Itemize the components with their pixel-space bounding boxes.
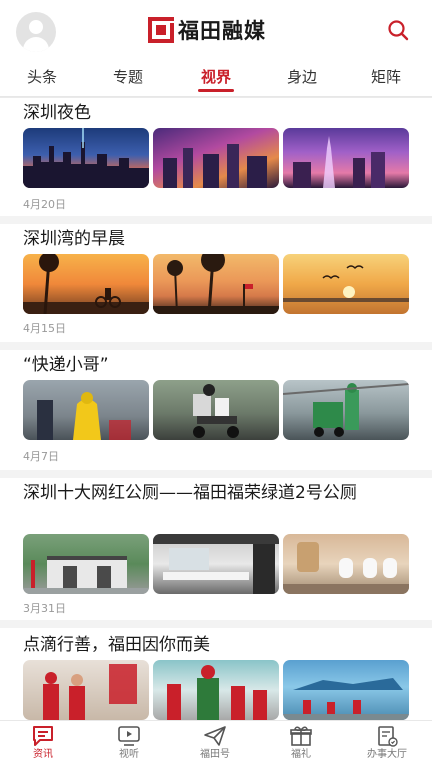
tv-icon	[118, 726, 140, 746]
avatar-head	[29, 20, 43, 34]
article-card[interactable]: “快递小哥” 4月7日	[0, 350, 432, 474]
article-date: 4月15日	[23, 322, 66, 335]
article-title: 深圳夜色	[23, 103, 91, 123]
avatar-body	[23, 37, 49, 52]
feed-list[interactable]: 深圳夜色 4月20日 深圳湾的早晨 4月15日 “快递小哥” 4月7日 深圳十大…	[0, 98, 432, 720]
article-card[interactable]: 深圳夜色 4月20日	[0, 98, 432, 220]
nav-service-hall[interactable]: 办事大厅	[344, 725, 430, 767]
user-avatar[interactable]	[16, 12, 56, 52]
article-thumbs	[23, 660, 409, 720]
city-night-skyline-photo	[23, 128, 149, 188]
volunteers-red-vests-photo	[153, 660, 279, 720]
tab-nearby[interactable]: 身边	[274, 64, 330, 92]
article-title: 深圳十大网红公厕——福田福荣绿道2号公厕	[23, 483, 357, 503]
volunteers-riverside-photo	[283, 660, 409, 720]
city-night-aerial-photo	[153, 128, 279, 188]
article-title: 深圳湾的早晨	[23, 229, 125, 249]
service-hall-icon	[378, 726, 398, 747]
card-separator	[0, 620, 432, 628]
card-separator	[0, 470, 432, 478]
tab-vision[interactable]: 视界	[188, 64, 244, 92]
article-thumbs	[23, 254, 409, 314]
search-icon[interactable]	[386, 18, 410, 42]
courier-scooter-photo	[153, 380, 279, 440]
article-date: 4月20日	[23, 198, 66, 211]
city-night-purple-tower-photo	[283, 128, 409, 188]
sunrise-birds-bay-photo	[283, 254, 409, 314]
gift-icon	[290, 726, 312, 746]
courier-green-cart-photo	[283, 380, 409, 440]
brand-logo-icon	[148, 17, 174, 43]
article-title: “快递小哥”	[23, 355, 109, 375]
article-card[interactable]: 点滴行善，福田因你而美	[0, 630, 432, 720]
public-toilet-sinks-photo	[153, 534, 279, 594]
article-card[interactable]: 深圳十大网红公厕——福田福荣绿道2号公厕 3月31日	[0, 478, 432, 624]
article-title: 点滴行善，福田因你而美	[23, 635, 210, 655]
tab-headlines[interactable]: 头条	[14, 64, 70, 92]
app-title: 福田融媒	[178, 19, 266, 43]
public-toilet-interior-photo	[283, 534, 409, 594]
brand: 福田融媒	[148, 16, 266, 44]
sunrise-palm-trees-flags-photo	[153, 254, 279, 314]
article-date: 4月7日	[23, 450, 59, 463]
article-card[interactable]: 深圳湾的早晨 4月15日	[0, 224, 432, 344]
paper-plane-icon	[204, 726, 226, 746]
tab-topics[interactable]: 专题	[100, 64, 156, 92]
nav-av[interactable]: 视听	[86, 725, 172, 767]
channel-tabs: 头条 专题 视界 身边 矩阵	[0, 60, 432, 96]
bottom-navigation: 资讯 视听 福田号 福礼 办事大厅	[0, 720, 432, 769]
public-toilet-exterior-photo	[23, 534, 149, 594]
card-separator	[0, 216, 432, 224]
article-thumbs	[23, 380, 409, 440]
article-date: 3月31日	[23, 602, 66, 615]
nav-news[interactable]: 资讯	[0, 725, 86, 767]
active-tab-indicator	[198, 89, 234, 92]
article-thumbs	[23, 534, 409, 594]
tab-matrix[interactable]: 矩阵	[358, 64, 414, 92]
volunteers-salute-photo	[23, 660, 149, 720]
article-thumbs	[23, 128, 409, 188]
sunrise-cyclists-palms-photo	[23, 254, 149, 314]
app-header: 福田融媒	[0, 0, 432, 60]
nav-gifts[interactable]: 福礼	[258, 725, 344, 767]
news-icon	[33, 726, 53, 746]
nav-futian-account[interactable]: 福田号	[172, 725, 258, 767]
card-separator	[0, 342, 432, 350]
courier-yellow-raincoat-photo	[23, 380, 149, 440]
